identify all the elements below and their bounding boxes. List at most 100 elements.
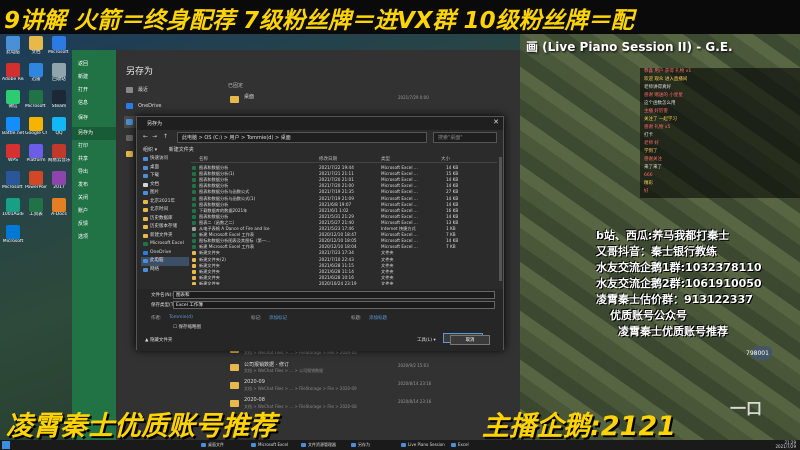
recent-folder-item[interactable]: 公司报销数据 - 修订 文档 > WeChat Files > ... > 公司报… [228,360,468,378]
file-name: 图表二（函数之二） [199,219,237,225]
save-location-item[interactable]: OneDrive [124,100,212,112]
taskbar-item[interactable]: 另存为 [350,441,370,449]
desktop-icon[interactable]: Microsoft [2,225,24,244]
nav-pane-item[interactable]: 网络 [141,266,189,275]
doc-title-value[interactable]: 添加标题 [369,315,387,321]
backstage-nav-item[interactable]: 发布 [72,179,116,192]
nav-pane-item[interactable]: 文档 [141,181,189,190]
backstage-nav-item[interactable]: 打印 [72,140,116,153]
nav-pane-item[interactable]: 图片 [141,189,189,198]
desktop-icon[interactable]: 此电脑 [2,36,24,55]
app-icon [29,63,43,77]
desktop-icon[interactable]: 2017 [48,171,70,190]
thumbnail-checkbox[interactable]: ☐ 保存缩略图 [173,324,201,330]
desktop-icon[interactable]: Steam [48,90,70,109]
app-icon [52,144,66,158]
new-folder-button[interactable]: 新建文件夹 [169,147,194,153]
backstage-nav-item[interactable]: 账户 [72,205,116,218]
dialog-bottom: 文件名(N): 图表和 保存类型(T): Excel 工作簿 作者: Tommi… [137,289,503,351]
file-date: 2021/7/22 19:44 [319,165,354,170]
folder-icon [143,208,148,212]
desktop-icon[interactable]: WPS [2,144,24,163]
backstage-nav-item[interactable]: 共享 [72,153,116,166]
app-icon [6,144,20,158]
desktop-icon[interactable]: PowerPoint [25,171,47,190]
search-input[interactable]: 搜索"桌面" [433,132,497,143]
app-icon [201,443,206,447]
backstage-nav-item[interactable]: 导出 [72,166,116,179]
column-name[interactable]: 名称 [199,156,208,162]
taskbar-clock[interactable]: 21:29 2021/7/29 [775,441,796,449]
taskbar-item[interactable]: Microsoft Excel [250,441,288,449]
backstage-nav-item[interactable]: 选项 [72,231,116,244]
tags-value[interactable]: 添加标记 [269,315,287,321]
desktop-icon[interactable]: 工资表 [25,198,47,217]
backstage-nav-item[interactable]: 反馈 [72,218,116,231]
desktop-icon[interactable]: Microsoft Word [2,171,24,190]
app-icon [451,443,456,447]
nav-pane-item[interactable]: 历史数据库 [141,215,189,224]
nav-pane-item[interactable]: 北京2021年 [141,198,189,207]
recent-folder-item[interactable]: 桌面 2021/7/29 0:00 [228,92,468,110]
nav-pane-item[interactable]: 下载 [141,172,189,181]
chat-message: 欢迎 观众 进入直播间 [644,77,688,82]
nav-pane-item[interactable]: 桌面 [141,164,189,173]
nav-pane-item[interactable]: 历史版本存储 [141,223,189,232]
save-type-select[interactable]: Excel 工作簿 [173,301,495,309]
desktop-icon[interactable]: A-Docs [48,198,70,217]
column-type[interactable]: 类型 [381,156,390,162]
desktop-icon[interactable]: Microsoft Edge [48,36,70,55]
authors-value[interactable]: Tommie(d) [169,315,193,320]
backstage-nav-item[interactable]: 信息 [72,97,116,110]
recent-folder-item[interactable]: 2020-09 文档 > WeChat Files > ... > FileSto… [228,378,468,396]
filename-input[interactable]: 图表和 [173,291,495,299]
nav-pane-item[interactable]: Microsoft Excel [141,240,189,249]
column-size[interactable]: 大小 [441,156,450,162]
backstage-nav-item[interactable]: 打开 [72,84,116,97]
nav-pane-item[interactable]: 新建文件夹 [141,232,189,241]
up-arrow-icon[interactable]: ↑ [163,133,168,140]
cancel-button[interactable]: 取消 [450,335,490,345]
taskbar-item[interactable]: 桌面文件 [200,441,224,449]
taskbar-item[interactable]: Live Piano Session [400,441,445,449]
desktop-icon[interactable]: 网易云音乐 [48,144,70,163]
tools-button[interactable]: 工具(L) ▾ [417,337,436,343]
desktop-icon[interactable]: Microsoft Excel [25,90,47,109]
desktop-icon[interactable]: 文档 [25,36,47,55]
organize-button[interactable]: 组织 ▾ [143,147,157,153]
scrollbar[interactable] [499,157,502,281]
backstage-nav-item[interactable]: 保存 [72,112,116,125]
nav-pane-item[interactable]: OneDrive [141,249,189,258]
desktop-icon[interactable]: 1001Audio [2,198,24,217]
desktop-icon[interactable]: Adobe Reader XI [2,63,24,82]
desktop-icon[interactable]: Platform [25,144,47,163]
close-icon[interactable]: ✕ [493,118,499,126]
file-row[interactable]: 新建文件夹 2020/10/24 23:19 文件夹 [191,281,497,285]
thumbnail-label: 保存缩略图 [178,325,201,330]
nav-pane-item[interactable]: 此电脑 [141,257,189,266]
desktop-icon[interactable]: Google Chrome [25,117,47,136]
taskbar-item[interactable]: 文件资源管理器 [300,441,336,449]
column-date[interactable]: 修改日期 [319,156,337,162]
backstage-nav-item[interactable]: 另存为 [72,127,116,140]
back-arrow-icon[interactable]: ← [143,133,148,140]
desktop-icon[interactable]: 微信 [2,90,24,109]
save-location-item[interactable]: 最近 [124,84,212,96]
nav-pane-label: 北京2021年 [150,198,175,204]
nav-pane-label: 历史数据库 [150,215,173,221]
desktop-icon[interactable]: 回收站 [48,63,70,82]
file-icon [192,275,196,280]
forward-arrow-icon[interactable]: → [152,133,157,140]
address-bar[interactable]: 此电脑 > OS (C:) > 用户 > Tommie(d) > 桌面 [177,132,427,143]
desktop-icon[interactable]: Battle.net [2,117,24,136]
taskbar-item[interactable]: Excel [450,441,469,449]
backstage-nav-item[interactable]: 新建 [72,71,116,84]
nav-pane-item[interactable]: 快速访问 [141,155,189,164]
windows-start-icon[interactable] [2,441,10,449]
desktop-icon[interactable]: QQ [48,117,70,136]
backstage-nav-item[interactable]: 关闭 [72,192,116,205]
nav-pane-item[interactable]: 北京时间 [141,206,189,215]
backstage-nav-item[interactable]: 返回 [72,58,116,71]
hide-folders-toggle[interactable]: ▲ 隐藏文件夹 [145,337,172,343]
desktop-icon[interactable]: 迅雷 [25,63,47,82]
